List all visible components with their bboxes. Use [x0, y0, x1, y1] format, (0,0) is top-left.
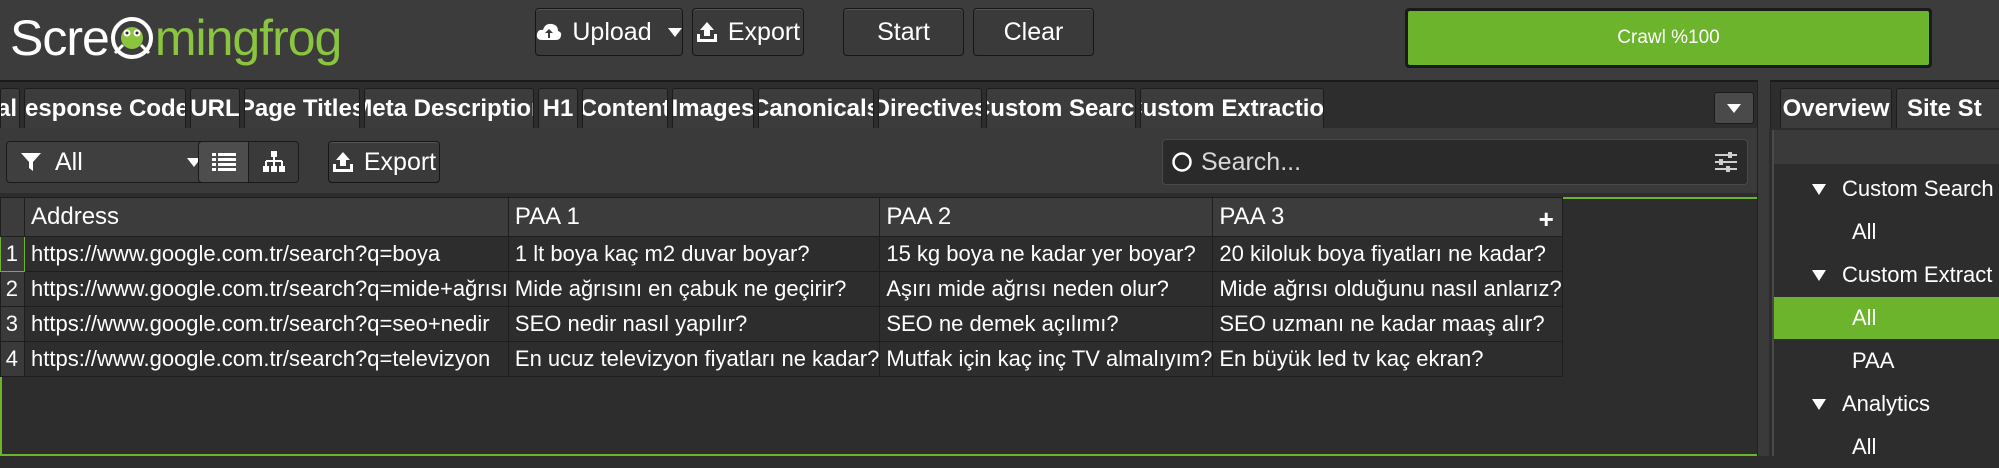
frog-icon — [110, 17, 153, 59]
export-icon — [332, 152, 353, 172]
search-box[interactable] — [1162, 139, 1748, 185]
start-button[interactable]: Start — [843, 8, 964, 56]
export-table-button[interactable]: Export — [328, 141, 440, 183]
cell-paa1[interactable]: Mide ağrısını en çabuk ne geçirir? — [507, 271, 881, 307]
main-tabs: al Response Codes URL Page Titles Meta D… — [0, 88, 1328, 128]
tab-content[interactable]: Content — [582, 88, 668, 128]
chevron-down-icon — [667, 27, 682, 37]
filter-dropdown[interactable]: All — [6, 141, 216, 183]
toolbar-separator — [0, 80, 1999, 82]
row-number: 1 — [0, 236, 25, 272]
tree-item-custom-search-all[interactable]: All — [1772, 211, 1999, 253]
cell-paa1[interactable]: SEO nedir nasıl yapılır? — [507, 306, 881, 342]
expand-triangle-icon — [1812, 269, 1826, 281]
table-row[interactable]: 1 https://www.google.com.tr/search?q=boy… — [0, 236, 1563, 272]
tab-site-structure[interactable]: Site St — [1896, 88, 1999, 128]
cell-paa1[interactable]: En ucuz televizyon fiyatları ne kadar? — [507, 341, 881, 377]
start-label: Start — [877, 17, 930, 46]
upload-button[interactable]: Upload — [535, 8, 683, 56]
tree-item-analytics-all[interactable]: All — [1772, 426, 1999, 468]
filter-selected: All — [55, 147, 83, 176]
column-header-paa1[interactable]: PAA 1 — [507, 197, 881, 237]
table-header-row: Address PAA 1 PAA 2 PAA 3 + — [0, 197, 1563, 237]
cell-paa3[interactable]: SEO uzmanı ne kadar maaş alır? — [1212, 306, 1563, 342]
tree-label: Analytics — [1842, 391, 1931, 416]
search-input[interactable] — [1201, 147, 1671, 177]
right-panel-edge — [1772, 130, 1774, 456]
crawl-progress-label: Crawl %100 — [1617, 27, 1720, 48]
column-header-paa2[interactable]: PAA 2 — [879, 197, 1214, 237]
cell-address[interactable]: https://www.google.com.tr/search?q=mide+… — [24, 271, 509, 307]
cell-paa2[interactable]: Mutfak için kaç inç TV almalıyım? — [879, 341, 1214, 377]
cloud-upload-icon — [537, 23, 562, 40]
tab-images[interactable]: Images — [672, 88, 754, 128]
list-view-button[interactable] — [198, 141, 249, 183]
export-table-label: Export — [363, 147, 437, 176]
tab-custom-search[interactable]: Custom Search — [986, 88, 1136, 128]
cell-paa3[interactable]: Mide ağrısı olduğunu nasıl anlarız? — [1212, 271, 1563, 307]
clear-label: Clear — [1003, 17, 1064, 46]
clear-button[interactable]: Clear — [973, 8, 1094, 56]
row-number-header — [0, 197, 25, 237]
filter-icon — [21, 153, 41, 171]
export-icon — [696, 22, 717, 42]
tab-page-titles[interactable]: Page Titles — [244, 88, 360, 128]
cell-address[interactable]: https://www.google.com.tr/search?q=telev… — [24, 341, 509, 377]
upload-label: Upload — [572, 17, 652, 46]
tree-label: Custom Extract — [1842, 262, 1993, 287]
chevron-down-icon — [1727, 103, 1741, 113]
row-number: 2 — [0, 271, 25, 307]
tab-h1[interactable]: H1 — [538, 88, 578, 128]
cell-paa3[interactable]: En büyük led tv kaç ekran? — [1212, 341, 1563, 377]
right-panel-header — [1772, 130, 1999, 164]
tab-response-codes[interactable]: Response Codes — [24, 88, 186, 128]
expand-triangle-icon — [1812, 398, 1826, 410]
tab-internal[interactable]: al — [0, 88, 20, 128]
add-column-icon[interactable]: + — [1539, 204, 1554, 235]
table-row[interactable]: 2 https://www.google.com.tr/search?q=mid… — [0, 271, 1563, 307]
row-number: 3 — [0, 306, 25, 342]
results-table: Address PAA 1 PAA 2 PAA 3 + 1 https://ww… — [0, 197, 1563, 377]
search-icon — [1172, 152, 1192, 172]
cell-paa2[interactable]: SEO ne demek açılımı? — [879, 306, 1214, 342]
tree-group-custom-extraction[interactable]: Custom Extract — [1772, 254, 1999, 296]
column-header-paa3[interactable]: PAA 3 + — [1212, 197, 1563, 237]
logo-text-first: Scre — [10, 10, 110, 66]
cell-paa1[interactable]: 1 lt boya kaç m2 duvar boyar? — [507, 236, 881, 272]
sliders-icon[interactable] — [1715, 152, 1737, 172]
tree-item-paa[interactable]: PAA — [1772, 340, 1999, 382]
tree-view-button[interactable] — [248, 141, 299, 183]
export-top-button[interactable]: Export — [692, 8, 804, 56]
column-header-paa3-label: PAA 3 — [1219, 203, 1285, 230]
cell-paa3[interactable]: 20 kiloluk boya fiyatları ne kadar? — [1212, 236, 1563, 272]
row-number: 4 — [0, 341, 25, 377]
results-grid: Address PAA 1 PAA 2 PAA 3 + 1 https://ww… — [0, 197, 1757, 456]
tab-canonicals[interactable]: Canonicals — [758, 88, 874, 128]
list-icon — [211, 153, 236, 171]
right-panel-tabs: Overview Site St — [1780, 88, 1999, 128]
tree-group-custom-search[interactable]: Custom Search — [1772, 168, 1999, 210]
logo-text-second: mingfrog — [154, 10, 343, 66]
table-row[interactable]: 3 https://www.google.com.tr/search?q=seo… — [0, 306, 1563, 342]
app-logo: Scre mingfrog — [10, 6, 343, 70]
tree-label: Custom Search — [1842, 176, 1994, 201]
tabs-overflow-button[interactable] — [1714, 92, 1754, 124]
tree-item-custom-extraction-all[interactable]: All — [1772, 297, 1999, 339]
tab-overview[interactable]: Overview — [1780, 88, 1892, 128]
cell-address[interactable]: https://www.google.com.tr/search?q=boya — [24, 236, 509, 272]
export-top-label: Export — [727, 17, 801, 46]
tab-directives[interactable]: Directives — [878, 88, 982, 128]
crawl-progress-bar: Crawl %100 — [1405, 8, 1932, 68]
cell-paa2[interactable]: 15 kg boya ne kadar yer boyar? — [879, 236, 1214, 272]
table-row[interactable]: 4 https://www.google.com.tr/search?q=tel… — [0, 341, 1563, 377]
tree-group-analytics[interactable]: Analytics — [1772, 383, 1999, 425]
tab-custom-extraction[interactable]: Custom Extraction — [1140, 88, 1324, 128]
column-header-address[interactable]: Address — [24, 197, 509, 237]
cell-address[interactable]: https://www.google.com.tr/search?q=seo+n… — [24, 306, 509, 342]
expand-triangle-icon — [1812, 183, 1826, 195]
tab-url[interactable]: URL — [190, 88, 240, 128]
tab-meta-description[interactable]: Meta Description — [364, 88, 534, 128]
cell-paa2[interactable]: Aşırı mide ağrısı neden olur? — [879, 271, 1214, 307]
tree-structure-icon — [262, 151, 285, 172]
